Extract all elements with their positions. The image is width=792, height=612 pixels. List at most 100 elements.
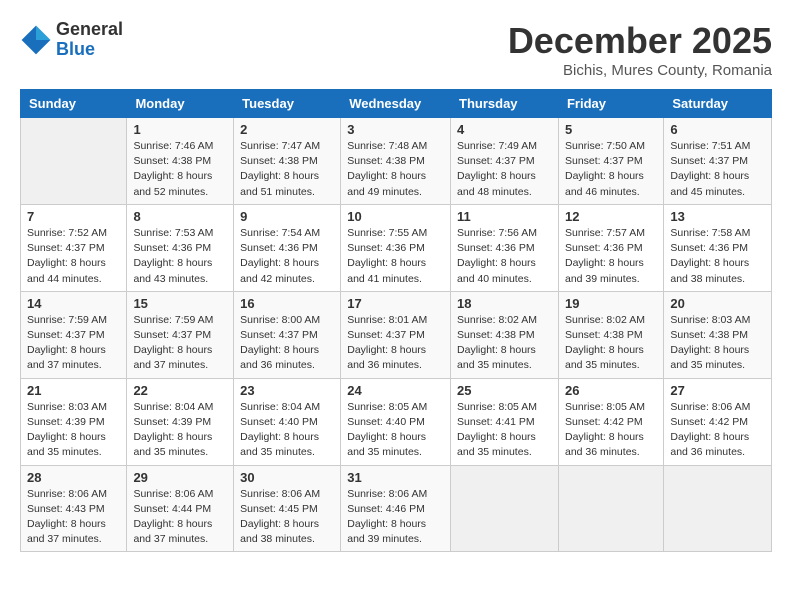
header-cell-monday: Monday xyxy=(127,90,234,118)
day-number: 23 xyxy=(240,383,334,398)
day-info: Sunrise: 7:54 AMSunset: 4:36 PMDaylight:… xyxy=(240,226,334,287)
day-cell: 25Sunrise: 8:05 AMSunset: 4:41 PMDayligh… xyxy=(451,378,559,465)
day-number: 12 xyxy=(565,209,657,224)
day-cell: 15Sunrise: 7:59 AMSunset: 4:37 PMDayligh… xyxy=(127,291,234,378)
day-cell: 17 Sunrise: 8:01 AMSunset: 4:37 PMDayligh… xyxy=(341,291,451,378)
day-number: 19 xyxy=(565,296,657,311)
day-info: Sunrise: 8:06 AMSunset: 4:43 PMDaylight:… xyxy=(27,487,120,548)
day-info: Sunrise: 8:06 AMSunset: 4:42 PMDaylight:… xyxy=(670,400,765,461)
week-row-2: 7 Sunrise: 7:52 AMSunset: 4:37 PMDaylight… xyxy=(21,204,772,291)
week-row-4: 21Sunrise: 8:03 AMSunset: 4:39 PMDayligh… xyxy=(21,378,772,465)
header-cell-tuesday: Tuesday xyxy=(234,90,341,118)
logo: General Blue xyxy=(20,20,123,60)
day-info: Sunrise: 8:01 AMSunset: 4:37 PMDaylight:… xyxy=(347,313,444,374)
day-number: 9 xyxy=(240,209,334,224)
day-number: 3 xyxy=(347,122,444,137)
day-number: 6 xyxy=(670,122,765,137)
day-cell: 12 Sunrise: 7:57 AMSunset: 4:36 PMDayligh… xyxy=(558,204,663,291)
day-info: Sunrise: 8:03 AMSunset: 4:38 PMDaylight:… xyxy=(670,313,765,374)
day-cell: 18 Sunrise: 8:02 AMSunset: 4:38 PMDayligh… xyxy=(451,291,559,378)
day-cell: 30Sunrise: 8:06 AMSunset: 4:45 PMDayligh… xyxy=(234,465,341,552)
calendar-header: SundayMondayTuesdayWednesdayThursdayFrid… xyxy=(21,90,772,118)
calendar-table: SundayMondayTuesdayWednesdayThursdayFrid… xyxy=(20,89,772,552)
day-cell xyxy=(21,118,127,205)
day-cell: 31 Sunrise: 8:06 AMSunset: 4:46 PMDayligh… xyxy=(341,465,451,552)
day-info: Sunrise: 7:50 AMSunset: 4:37 PMDaylight:… xyxy=(565,139,657,200)
day-cell: 13Sunrise: 7:58 AMSunset: 4:36 PMDayligh… xyxy=(664,204,772,291)
day-number: 14 xyxy=(27,296,120,311)
day-number: 20 xyxy=(670,296,765,311)
day-info: Sunrise: 8:05 AMSunset: 4:40 PMDaylight:… xyxy=(347,400,444,461)
week-row-3: 14 Sunrise: 7:59 AMSunset: 4:37 PMDayligh… xyxy=(21,291,772,378)
day-number: 16 xyxy=(240,296,334,311)
day-number: 7 xyxy=(27,209,120,224)
day-number: 5 xyxy=(565,122,657,137)
day-info: Sunrise: 8:02 AMSunset: 4:38 PMDaylight:… xyxy=(457,313,552,374)
logo-general: General xyxy=(56,20,123,40)
logo-text: General Blue xyxy=(56,20,123,60)
day-number: 22 xyxy=(133,383,227,398)
day-info: Sunrise: 7:51 AMSunset: 4:37 PMDaylight:… xyxy=(670,139,765,200)
day-info: Sunrise: 7:59 AMSunset: 4:37 PMDaylight:… xyxy=(27,313,120,374)
day-number: 26 xyxy=(565,383,657,398)
day-info: Sunrise: 7:53 AMSunset: 4:36 PMDaylight:… xyxy=(133,226,227,287)
header-row: SundayMondayTuesdayWednesdayThursdayFrid… xyxy=(21,90,772,118)
day-info: Sunrise: 7:57 AMSunset: 4:36 PMDaylight:… xyxy=(565,226,657,287)
day-cell: 23Sunrise: 8:04 AMSunset: 4:40 PMDayligh… xyxy=(234,378,341,465)
day-number: 28 xyxy=(27,470,120,485)
week-row-1: 1 Sunrise: 7:46 AMSunset: 4:38 PMDaylight… xyxy=(21,118,772,205)
day-info: Sunrise: 8:06 AMSunset: 4:46 PMDaylight:… xyxy=(347,487,444,548)
day-number: 18 xyxy=(457,296,552,311)
day-number: 1 xyxy=(133,122,227,137)
day-info: Sunrise: 7:49 AMSunset: 4:37 PMDaylight:… xyxy=(457,139,552,200)
day-cell: 6 Sunrise: 7:51 AMSunset: 4:37 PMDaylight… xyxy=(664,118,772,205)
day-number: 31 xyxy=(347,470,444,485)
day-cell xyxy=(558,465,663,552)
day-number: 21 xyxy=(27,383,120,398)
day-info: Sunrise: 7:55 AMSunset: 4:36 PMDaylight:… xyxy=(347,226,444,287)
day-cell: 8 Sunrise: 7:53 AMSunset: 4:36 PMDaylight… xyxy=(127,204,234,291)
day-cell: 2 Sunrise: 7:47 AMSunset: 4:38 PMDaylight… xyxy=(234,118,341,205)
logo-icon xyxy=(20,24,52,56)
day-cell: 16 Sunrise: 8:00 AMSunset: 4:37 PMDayligh… xyxy=(234,291,341,378)
day-number: 17 xyxy=(347,296,444,311)
day-number: 8 xyxy=(133,209,227,224)
day-info: Sunrise: 8:02 AMSunset: 4:38 PMDaylight:… xyxy=(565,313,657,374)
day-cell: 4Sunrise: 7:49 AMSunset: 4:37 PMDaylight… xyxy=(451,118,559,205)
day-cell: 29 Sunrise: 8:06 AMSunset: 4:44 PMDayligh… xyxy=(127,465,234,552)
day-number: 2 xyxy=(240,122,334,137)
day-info: Sunrise: 8:06 AMSunset: 4:44 PMDaylight:… xyxy=(133,487,227,548)
day-cell xyxy=(451,465,559,552)
day-cell: 22Sunrise: 8:04 AMSunset: 4:39 PMDayligh… xyxy=(127,378,234,465)
day-info: Sunrise: 7:58 AMSunset: 4:36 PMDaylight:… xyxy=(670,226,765,287)
day-cell: 14 Sunrise: 7:59 AMSunset: 4:37 PMDayligh… xyxy=(21,291,127,378)
day-info: Sunrise: 7:46 AMSunset: 4:38 PMDaylight:… xyxy=(133,139,227,200)
day-number: 25 xyxy=(457,383,552,398)
header-cell-thursday: Thursday xyxy=(451,90,559,118)
day-cell: 5 Sunrise: 7:50 AMSunset: 4:37 PMDaylight… xyxy=(558,118,663,205)
day-cell: 7 Sunrise: 7:52 AMSunset: 4:37 PMDaylight… xyxy=(21,204,127,291)
day-cell: 3Sunrise: 7:48 AMSunset: 4:38 PMDaylight… xyxy=(341,118,451,205)
week-row-5: 28 Sunrise: 8:06 AMSunset: 4:43 PMDayligh… xyxy=(21,465,772,552)
day-cell: 9 Sunrise: 7:54 AMSunset: 4:36 PMDaylight… xyxy=(234,204,341,291)
day-cell: 27Sunrise: 8:06 AMSunset: 4:42 PMDayligh… xyxy=(664,378,772,465)
day-info: Sunrise: 8:05 AMSunset: 4:42 PMDaylight:… xyxy=(565,400,657,461)
day-info: Sunrise: 7:52 AMSunset: 4:37 PMDaylight:… xyxy=(27,226,120,287)
day-info: Sunrise: 7:59 AMSunset: 4:37 PMDaylight:… xyxy=(133,313,227,374)
day-cell: 20 Sunrise: 8:03 AMSunset: 4:38 PMDayligh… xyxy=(664,291,772,378)
month-title: December 2025 xyxy=(508,20,772,62)
day-info: Sunrise: 8:00 AMSunset: 4:37 PMDaylight:… xyxy=(240,313,334,374)
day-info: Sunrise: 8:06 AMSunset: 4:45 PMDaylight:… xyxy=(240,487,334,548)
page-header: General Blue December 2025 Bichis, Mures… xyxy=(20,20,772,79)
day-number: 10 xyxy=(347,209,444,224)
day-number: 29 xyxy=(133,470,227,485)
day-cell: 21Sunrise: 8:03 AMSunset: 4:39 PMDayligh… xyxy=(21,378,127,465)
day-cell: 26 Sunrise: 8:05 AMSunset: 4:42 PMDayligh… xyxy=(558,378,663,465)
day-cell: 10 Sunrise: 7:55 AMSunset: 4:36 PMDayligh… xyxy=(341,204,451,291)
header-cell-saturday: Saturday xyxy=(664,90,772,118)
day-cell: 28 Sunrise: 8:06 AMSunset: 4:43 PMDayligh… xyxy=(21,465,127,552)
day-number: 24 xyxy=(347,383,444,398)
day-cell: 19 Sunrise: 8:02 AMSunset: 4:38 PMDayligh… xyxy=(558,291,663,378)
day-info: Sunrise: 7:47 AMSunset: 4:38 PMDaylight:… xyxy=(240,139,334,200)
day-number: 11 xyxy=(457,209,552,224)
